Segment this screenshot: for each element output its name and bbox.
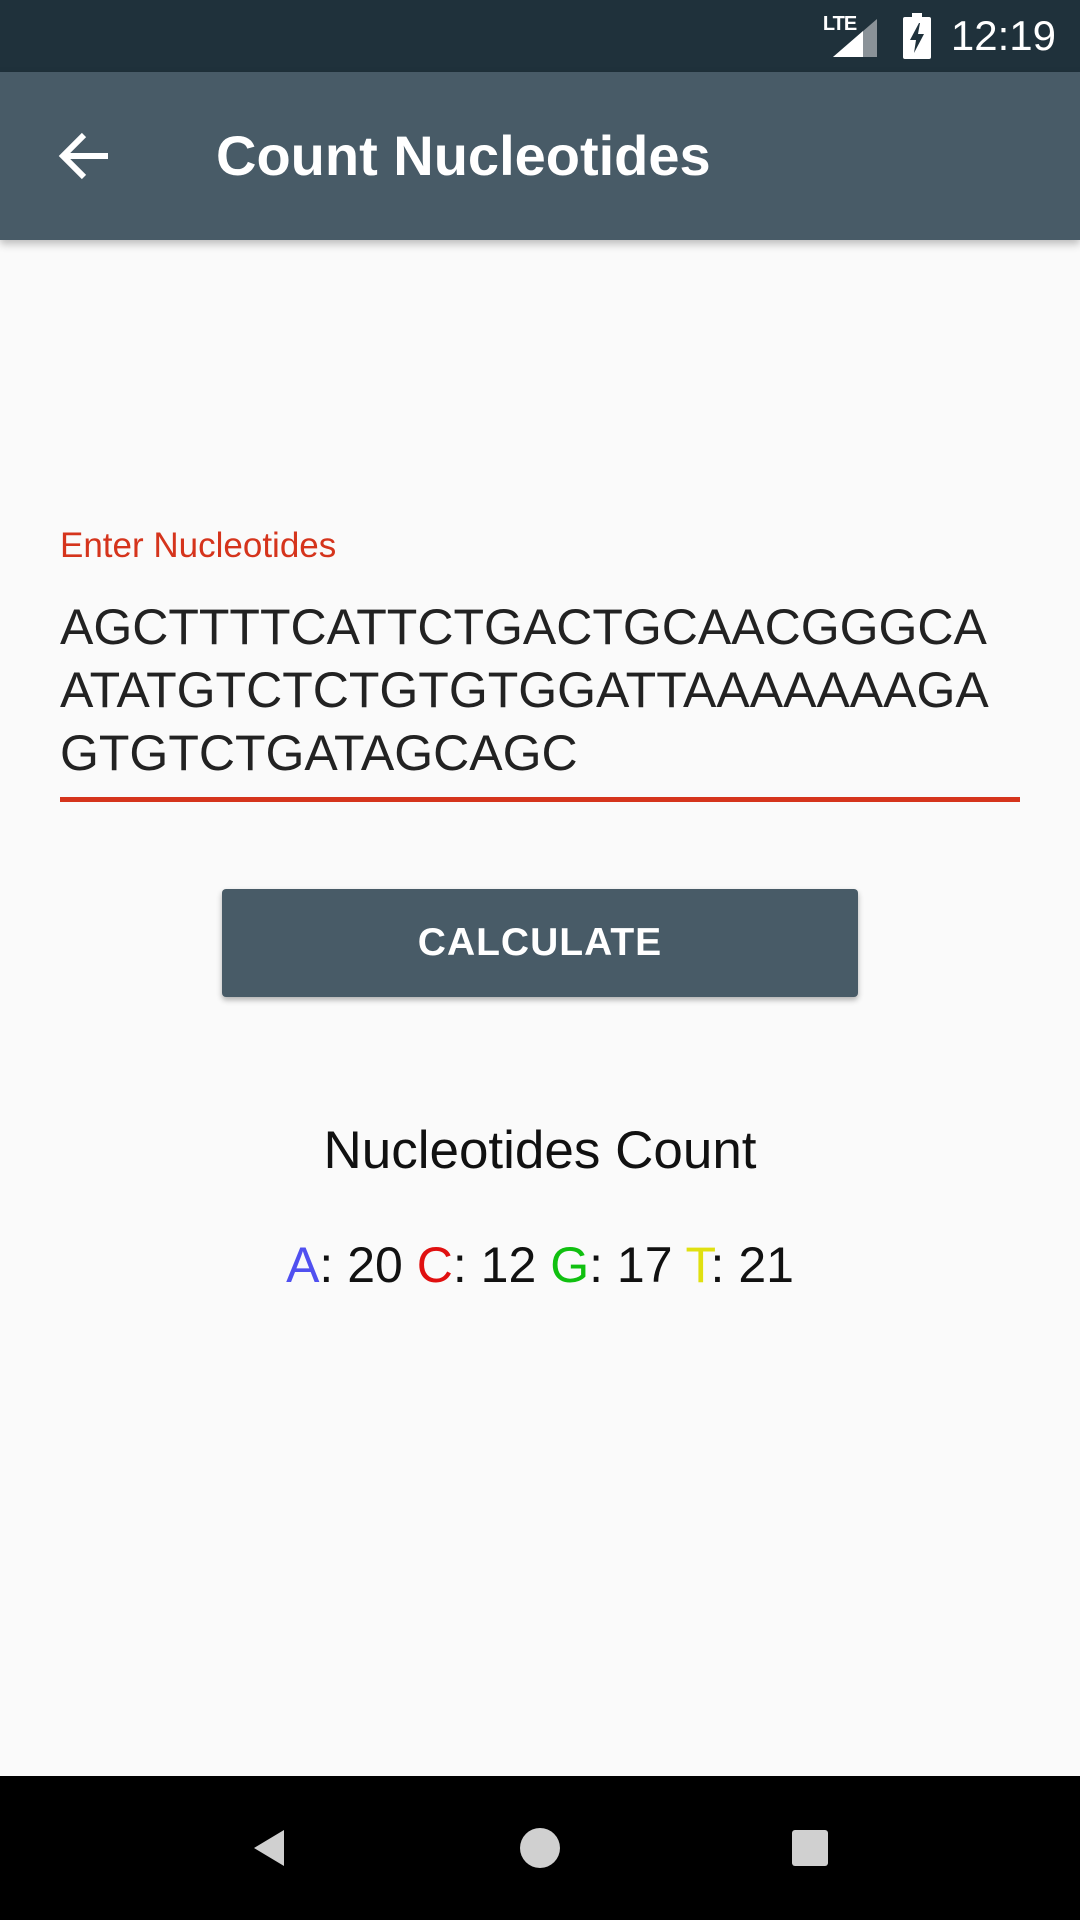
count-g-value: 17 [616, 1237, 673, 1293]
nucleotides-input[interactable]: AGCTTTTCATTCTGACTGCAACGGGCAATATGTCTCTGTG… [60, 596, 1020, 802]
count-c-base: C [416, 1237, 453, 1293]
status-icons: LTE 12:19 [823, 0, 1056, 72]
count-a-value: 20 [347, 1237, 403, 1293]
count-g-base: G [550, 1237, 590, 1293]
nav-recents-button[interactable] [774, 1812, 846, 1884]
count-t-base: T [685, 1237, 711, 1293]
count-g: G: 17 [550, 1237, 673, 1293]
nav-home-button[interactable] [504, 1812, 576, 1884]
calculate-button[interactable]: CALCULATE [222, 889, 858, 997]
app-title: Count Nucleotides [216, 124, 711, 187]
nav-back-button[interactable] [234, 1812, 306, 1884]
count-t-value: 21 [738, 1237, 794, 1293]
status-time: 12:19 [950, 12, 1056, 59]
count-c: C: 12 [416, 1237, 537, 1293]
battery-charging-icon [902, 13, 931, 59]
count-a-base: A [286, 1237, 320, 1293]
signal-strength-icon [832, 19, 877, 57]
arrow-back-icon [58, 132, 108, 180]
screen: LTE 12:19 Count Nucleotides Enter Nucleo… [0, 0, 1080, 1920]
input-label: Enter Nucleotides [60, 526, 337, 565]
nav-back-icon [254, 1830, 284, 1866]
back-button[interactable] [42, 114, 126, 198]
nav-recents-icon [792, 1830, 828, 1866]
nav-home-icon [520, 1828, 560, 1868]
results-title: Nucleotides Count [323, 1121, 757, 1180]
app-bar: Count Nucleotides [0, 72, 1080, 240]
count-a: A: 20 [286, 1237, 403, 1293]
lte-signal-icon: LTE [823, 13, 883, 59]
nucleotide-counts: A: 20 C: 12 G: 17 T: 21 [0, 1236, 1080, 1294]
count-t: T: 21 [685, 1237, 794, 1293]
count-c-value: 12 [480, 1237, 537, 1293]
status-bar: LTE 12:19 [0, 0, 1080, 72]
navigation-bar [0, 1776, 1080, 1920]
